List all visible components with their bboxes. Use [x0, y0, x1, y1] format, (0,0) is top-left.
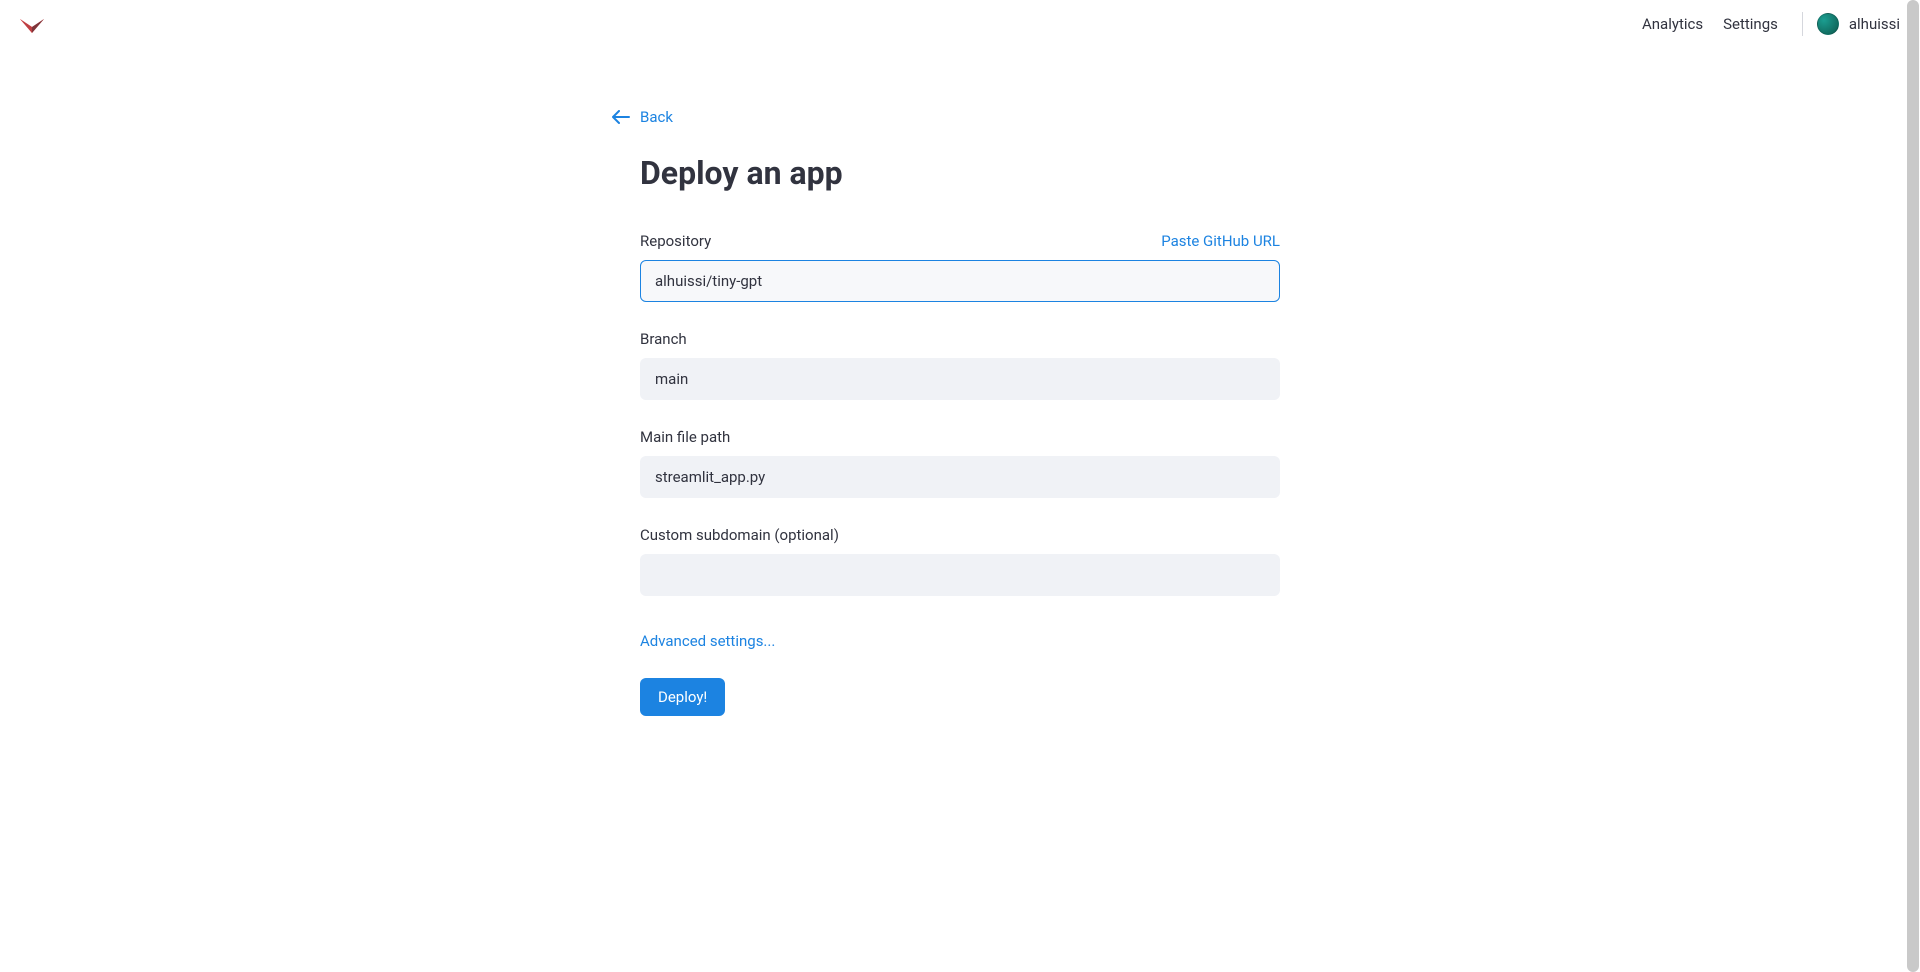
user-menu[interactable]: alhuissi	[1817, 13, 1900, 35]
repository-label: Repository	[640, 232, 711, 250]
avatar	[1817, 13, 1839, 35]
main-file-group: Main file path	[640, 428, 1280, 498]
branch-input[interactable]	[640, 358, 1280, 400]
nav-analytics[interactable]: Analytics	[1632, 7, 1713, 41]
arrow-left-icon	[612, 110, 630, 124]
deploy-button[interactable]: Deploy!	[640, 678, 725, 716]
scrollbar-thumb[interactable]	[1907, 0, 1919, 972]
subdomain-group: Custom subdomain (optional)	[640, 526, 1280, 596]
scrollbar[interactable]	[1906, 0, 1920, 972]
back-link[interactable]: Back	[612, 108, 673, 126]
branch-group: Branch	[640, 330, 1280, 400]
repository-input[interactable]	[640, 260, 1280, 302]
streamlit-logo-icon	[20, 15, 44, 33]
branch-label: Branch	[640, 330, 687, 348]
advanced-settings-link[interactable]: Advanced settings...	[640, 632, 775, 650]
subdomain-label: Custom subdomain (optional)	[640, 526, 839, 544]
nav-settings[interactable]: Settings	[1713, 7, 1788, 41]
back-label: Back	[640, 108, 673, 126]
top-bar: Analytics Settings alhuissi	[0, 0, 1920, 48]
topbar-right: Analytics Settings alhuissi	[1632, 7, 1900, 41]
main-content: Back Deploy an app Repository Paste GitH…	[600, 48, 1320, 756]
main-file-input[interactable]	[640, 456, 1280, 498]
nav-divider	[1802, 12, 1803, 36]
paste-github-url-link[interactable]: Paste GitHub URL	[1161, 232, 1280, 250]
page-title: Deploy an app	[640, 154, 1280, 192]
subdomain-input[interactable]	[640, 554, 1280, 596]
repository-group: Repository Paste GitHub URL	[640, 232, 1280, 302]
main-file-label: Main file path	[640, 428, 730, 446]
logo[interactable]	[20, 15, 44, 33]
username: alhuissi	[1849, 15, 1900, 33]
